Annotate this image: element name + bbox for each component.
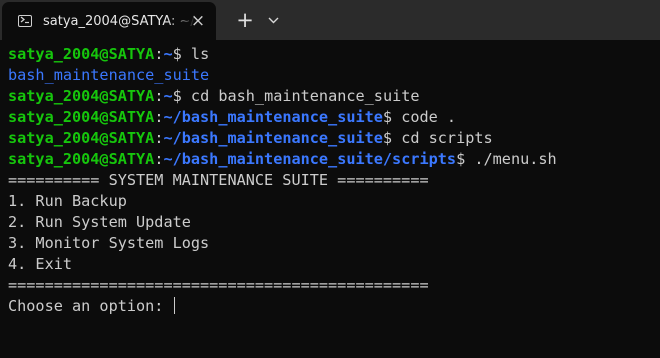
- command-text: cd scripts: [401, 129, 493, 147]
- text-cursor: [173, 297, 175, 314]
- tab-terminal[interactable]: satya_2004@SATYA: ~/bash_maintenance_sui…: [2, 2, 216, 40]
- plus-icon[interactable]: +: [232, 7, 258, 33]
- tab-bar: satya_2004@SATYA: ~/bash_maintenance_sui…: [0, 0, 660, 40]
- command-text: cd bash_maintenance_suite: [190, 87, 420, 105]
- terminal-icon: [18, 15, 32, 27]
- output-line: bash_maintenance_suite: [8, 65, 660, 86]
- prompt-path: ~/bash_maintenance_suite/scripts: [163, 150, 457, 168]
- prompt-line: satya_2004@SATYA:~$ ls: [8, 44, 660, 65]
- prompt-line: satya_2004@SATYA:~/bash_maintenance_suit…: [8, 149, 660, 170]
- prompt-user-host: satya_2004@SATYA: [8, 87, 155, 105]
- prompt-dollar: $: [382, 129, 402, 147]
- menu-option: 3. Monitor System Logs: [8, 234, 210, 252]
- menu-option: 2. Run System Update: [8, 213, 191, 231]
- prompt-line: satya_2004@SATYA:~/bash_maintenance_suit…: [8, 107, 660, 128]
- prompt-dollar: $: [456, 150, 475, 168]
- prompt-user-host: satya_2004@SATYA: [8, 45, 155, 63]
- prompt-dollar: $: [172, 45, 191, 63]
- command-text: ls: [190, 45, 210, 63]
- input-prompt: Choose an option:: [8, 297, 173, 315]
- menu-option: 4. Exit: [8, 255, 73, 273]
- command-text: ./menu.sh: [474, 150, 557, 168]
- prompt-dollar: $: [382, 108, 402, 126]
- terminal-window: satya_2004@SATYA: ~/bash_maintenance_sui…: [0, 0, 660, 358]
- prompt-path: ~/bash_maintenance_suite: [163, 129, 383, 147]
- prompt-line: satya_2004@SATYA:~$ cd bash_maintenance_…: [8, 86, 660, 107]
- prompt-path: ~/bash_maintenance_suite: [163, 108, 383, 126]
- close-icon[interactable]: ×: [188, 11, 208, 31]
- terminal-output[interactable]: satya_2004@SATYA:~$ ls bash_maintenance_…: [0, 40, 660, 358]
- command-text: code .: [401, 108, 457, 126]
- prompt-dollar: $: [172, 87, 191, 105]
- input-line[interactable]: Choose an option:: [8, 296, 660, 317]
- prompt-user-host: satya_2004@SATYA: [8, 108, 155, 126]
- chevron-down-icon[interactable]: [262, 9, 284, 31]
- prompt-path: ~: [163, 45, 173, 63]
- prompt-user-host: satya_2004@SATYA: [8, 129, 155, 147]
- output-text: bash_maintenance_suite: [8, 66, 210, 84]
- menu-header: ========== SYSTEM MAINTENANCE SUITE ====…: [8, 171, 429, 189]
- prompt-user-host: satya_2004@SATYA: [8, 150, 155, 168]
- menu-option: 1. Run Backup: [8, 192, 127, 210]
- prompt-path: ~: [163, 87, 173, 105]
- menu-footer: ========================================…: [8, 276, 429, 294]
- tab-title: satya_2004@SATYA: ~/bash_maintenance_sui…: [43, 13, 197, 29]
- prompt-line: satya_2004@SATYA:~/bash_maintenance_suit…: [8, 128, 660, 149]
